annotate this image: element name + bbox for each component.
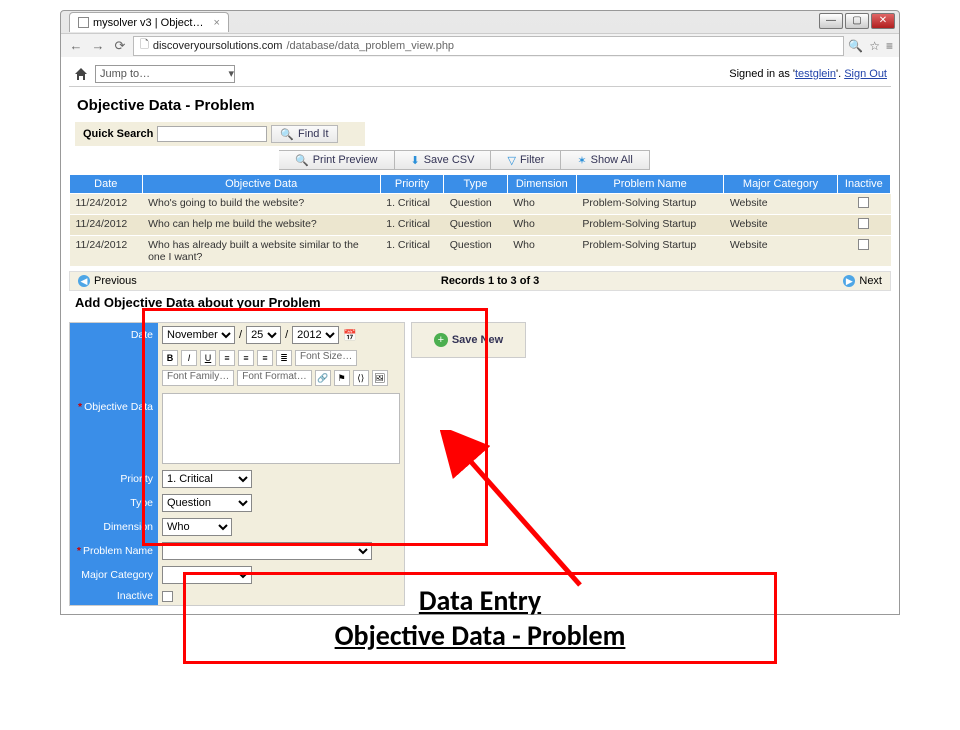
records-label: Records 1 to 3 of 3 <box>441 275 539 287</box>
signout-link[interactable]: Sign Out <box>844 68 887 80</box>
data-table: Date Objective Data Priority Type Dimens… <box>69 174 891 267</box>
pager: ◀ Previous Records 1 to 3 of 3 ▶ Next <box>69 271 891 291</box>
annotation-callout: Data Entry Objective Data - Problem <box>183 572 777 664</box>
close-window-button[interactable]: ✕ <box>871 13 895 29</box>
label-inactive: Inactive <box>70 587 158 605</box>
quick-search: Quick Search 🔍 Find It <box>75 122 365 146</box>
home-icon[interactable] <box>73 66 89 82</box>
toolbar: 🔍 Print Preview ⬇ Save CSV ▽ Filter ✶ Sh… <box>69 150 891 170</box>
url-path: /database/data_problem_view.php <box>286 40 454 52</box>
annotation-line2: Objective Data - Problem <box>212 618 748 653</box>
chevron-down-icon: ▾ <box>228 67 234 80</box>
col-type[interactable]: Type <box>444 175 508 194</box>
inactive-checkbox[interactable] <box>858 239 869 250</box>
address-row: ← → ⟳ 🗋 discoveryoursolutions.com/databa… <box>61 33 899 57</box>
next-button[interactable]: ▶ Next <box>843 275 882 287</box>
col-priority[interactable]: Priority <box>380 175 444 194</box>
signin-status: Signed in as 'testglein'. Sign Out <box>729 68 887 80</box>
app-bar: Jump to… ▾ Signed in as 'testglein'. Sig… <box>69 61 891 87</box>
filter-button[interactable]: ▽ Filter <box>491 150 561 170</box>
username-link[interactable]: testglein <box>795 68 836 80</box>
page-title: Objective Data - Problem <box>77 97 891 114</box>
jump-to-select[interactable]: Jump to… ▾ <box>95 65 235 83</box>
print-preview-button[interactable]: 🔍 Print Preview <box>279 150 395 170</box>
table-row[interactable]: 11/24/2012Who has already built a websit… <box>70 236 891 267</box>
browser-tab[interactable]: mysolver v3 | Object… × <box>69 12 229 32</box>
minimize-button[interactable]: — <box>819 13 843 29</box>
col-inactive[interactable]: Inactive <box>837 175 890 194</box>
menu-icon[interactable]: ≡ <box>886 39 893 53</box>
page-icon <box>78 17 89 28</box>
forward-button[interactable]: → <box>89 37 107 55</box>
inactive-checkbox[interactable] <box>162 591 173 602</box>
back-button[interactable]: ← <box>67 37 85 55</box>
col-date[interactable]: Date <box>70 175 143 194</box>
col-major-category[interactable]: Major Category <box>724 175 837 194</box>
inactive-checkbox[interactable] <box>858 197 869 208</box>
annotation-line1: Data Entry <box>212 583 748 618</box>
zoom-icon[interactable]: 🔍 <box>848 39 863 53</box>
show-all-button[interactable]: ✶ Show All <box>561 150 649 170</box>
page-icon: 🗋 <box>140 36 149 55</box>
table-row[interactable]: 11/24/2012Who can help me build the webs… <box>70 215 891 236</box>
inactive-checkbox[interactable] <box>858 218 869 229</box>
jump-label: Jump to… <box>100 68 150 80</box>
prev-button[interactable]: ◀ Previous <box>78 275 137 287</box>
titlebar: mysolver v3 | Object… × — ▢ ✕ <box>61 11 899 33</box>
quick-search-input[interactable] <box>157 126 267 142</box>
find-it-button[interactable]: 🔍 Find It <box>271 125 337 143</box>
address-bar[interactable]: 🗋 discoveryoursolutions.com/database/dat… <box>133 36 844 56</box>
quick-search-label: Quick Search <box>83 128 153 140</box>
save-csv-button[interactable]: ⬇ Save CSV <box>395 150 492 170</box>
label-major-category: Major Category <box>70 563 158 587</box>
reload-button[interactable]: ⟳ <box>111 37 129 55</box>
bookmark-icon[interactable]: ☆ <box>869 39 880 53</box>
maximize-button[interactable]: ▢ <box>845 13 869 29</box>
annotation-highlight <box>142 308 488 546</box>
col-problem-name[interactable]: Problem Name <box>576 175 723 194</box>
tab-title: mysolver v3 | Object… <box>93 17 203 29</box>
table-row[interactable]: 11/24/2012Who's going to build the websi… <box>70 194 891 215</box>
url-host: discoveryoursolutions.com <box>153 40 283 52</box>
col-objective-data[interactable]: Objective Data <box>142 175 380 194</box>
close-tab-icon[interactable]: × <box>213 17 219 29</box>
col-dimension[interactable]: Dimension <box>507 175 576 194</box>
